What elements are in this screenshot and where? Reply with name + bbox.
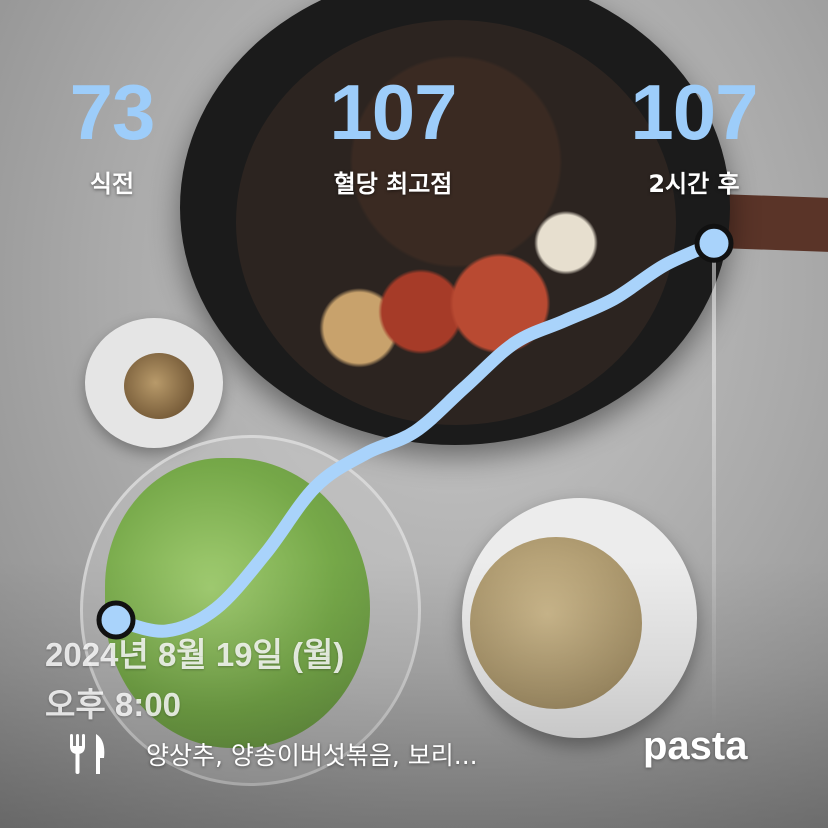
- meal-foods: 양상추, 양송이버섯볶음, 보리...: [146, 741, 478, 770]
- meal-date: 2024년 8월 19일 (월): [45, 636, 345, 673]
- stat-pre-meal: 73 식전: [2, 72, 222, 199]
- stat-after-2h: 107 2시간 후: [584, 72, 804, 199]
- brand-logo: pasta: [643, 724, 748, 768]
- fork-knife-icon: [70, 734, 105, 774]
- glucose-share-card: 73 식전 107 혈당 최고점 107 2시간 후 2024년 8월 19일 …: [0, 0, 828, 828]
- end-marker: [694, 223, 734, 263]
- glucose-series-line: [109, 236, 721, 638]
- pre-meal-value: 73: [69, 68, 156, 156]
- pre-meal-label: 식전: [89, 170, 135, 198]
- after-2h-value: 107: [630, 68, 758, 156]
- meal-foods-row: 양상추, 양송이버섯볶음, 보리...: [66, 732, 478, 776]
- meal-time: 오후 8:00: [45, 686, 181, 723]
- after-2h-label: 2시간 후: [648, 170, 740, 198]
- peak-value: 107: [329, 68, 457, 156]
- end-marker-fade: [712, 243, 716, 729]
- stat-peak: 107 혈당 최고점: [283, 72, 503, 199]
- peak-label: 혈당 최고점: [333, 170, 453, 198]
